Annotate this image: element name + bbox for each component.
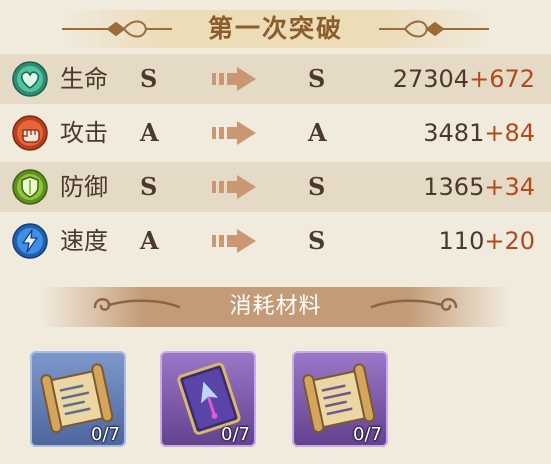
stat-base-value: 3481: [423, 119, 485, 147]
stat-value: 27304+672: [393, 54, 535, 104]
stat-base-value: 27304: [392, 65, 470, 93]
old-rank: S: [140, 172, 158, 201]
materials-list: 0/7 0/7 0/7: [0, 345, 551, 460]
stat-row-attack: 攻击 A A 3481+84: [0, 108, 551, 158]
stat-bonus-value: +20: [484, 227, 535, 255]
material-slot-2[interactable]: 0/7: [160, 351, 256, 447]
fist-icon: [12, 115, 48, 151]
new-rank: S: [308, 64, 326, 93]
arrow-right-icon: [212, 229, 256, 253]
page-title: 第一次突破: [207, 14, 343, 43]
new-rank: S: [308, 226, 326, 255]
breakthrough-panel: 第一次突破 生命 S S 27304+672 攻击 A A 3481+84 防御…: [0, 0, 551, 464]
materials-header: 消耗材料: [0, 287, 551, 327]
stat-bonus-value: +672: [469, 65, 535, 93]
title-bar: 第一次突破: [0, 6, 551, 52]
old-rank: A: [140, 226, 159, 255]
arrow-right-icon: [212, 175, 256, 199]
stat-row-defense: 防御 S S 1365+34: [0, 162, 551, 212]
stat-value: 110+20: [439, 216, 535, 266]
stat-bonus-value: +84: [484, 119, 535, 147]
material-slot-1[interactable]: 0/7: [30, 351, 126, 447]
arrow-right-icon: [212, 67, 256, 91]
material-count: 0/7: [221, 424, 250, 445]
old-rank: A: [140, 118, 159, 147]
arrow-right-icon: [212, 121, 256, 145]
materials-title: 消耗材料: [229, 294, 322, 319]
stat-value: 3481+84: [423, 108, 535, 158]
stat-base-value: 1365: [423, 173, 485, 201]
material-slot-3[interactable]: 0/7: [292, 351, 388, 447]
new-rank: A: [308, 118, 327, 147]
lightning-icon: [12, 223, 48, 259]
stat-value: 1365+34: [423, 162, 535, 212]
stat-row-speed: 速度 A S 110+20: [0, 216, 551, 266]
stat-label: 速度: [60, 227, 108, 255]
material-count: 0/7: [353, 424, 382, 445]
heart-icon: [12, 61, 48, 97]
old-rank: S: [140, 64, 158, 93]
stat-base-value: 110: [438, 227, 485, 255]
material-count: 0/7: [91, 424, 120, 445]
stat-label: 生命: [60, 65, 108, 93]
new-rank: S: [308, 172, 326, 201]
stat-bonus-value: +34: [484, 173, 535, 201]
stat-label: 防御: [60, 173, 108, 201]
stat-row-hp: 生命 S S 27304+672: [0, 54, 551, 104]
shield-icon: [12, 169, 48, 205]
stat-label: 攻击: [60, 119, 108, 147]
